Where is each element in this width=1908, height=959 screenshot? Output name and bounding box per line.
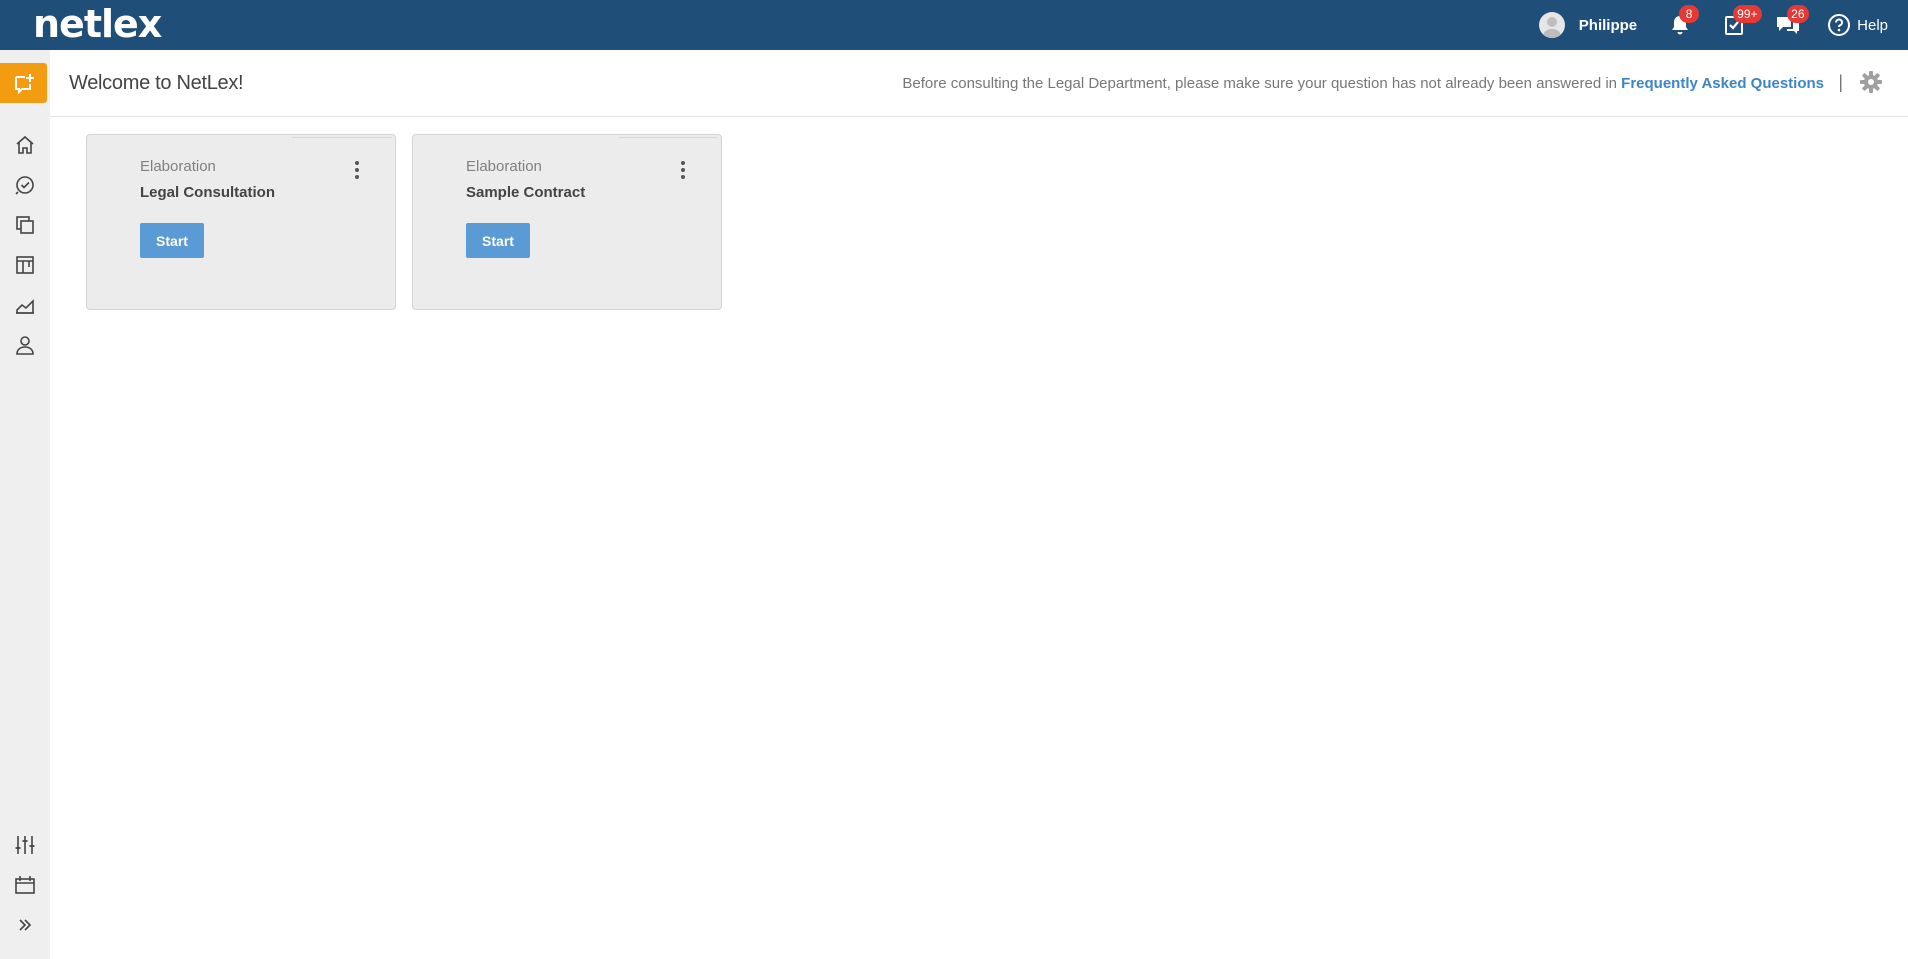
question-circle-icon <box>1828 14 1851 36</box>
sidebar-item-users[interactable] <box>0 325 50 365</box>
card-menu-button[interactable] <box>677 161 689 179</box>
add-request-icon <box>14 74 34 94</box>
faq-link[interactable]: Frequently Asked Questions <box>1621 75 1824 92</box>
page-title: Welcome to NetLex! <box>69 72 244 94</box>
sidebar-expand-button[interactable] <box>0 905 50 945</box>
home-icon <box>16 135 34 154</box>
sidebar-item-reports[interactable] <box>0 285 50 325</box>
user-icon <box>16 336 34 355</box>
page-header: Welcome to NetLex! Before consulting the… <box>50 50 1908 117</box>
card-phase: Elaboration <box>140 158 216 175</box>
notifications-button[interactable]: 8 <box>1665 5 1700 40</box>
start-button[interactable]: Start <box>140 223 204 258</box>
expand-icon <box>19 919 32 931</box>
sidebar-item-board[interactable] <box>0 245 50 285</box>
netlex-logo[interactable]: netlex <box>33 2 162 46</box>
start-button[interactable]: Start <box>466 223 530 258</box>
sidebar-item-home[interactable] <box>0 125 50 165</box>
kebab-dot <box>681 161 685 165</box>
sidebar <box>0 50 50 959</box>
board-icon <box>16 256 34 274</box>
gear-icon <box>1860 71 1882 93</box>
top-bar-actions: Philippe 8 99+ 26 Help <box>1538 0 1888 50</box>
calendar-icon <box>15 876 35 894</box>
notifications-badge: 8 <box>1679 5 1700 23</box>
faq-notice: Before consulting the Legal Department, … <box>902 75 1824 92</box>
sidebar-item-documents[interactable] <box>0 205 50 245</box>
tasks-badge: 99+ <box>1733 5 1762 23</box>
user-menu[interactable]: Philippe <box>1538 12 1638 38</box>
card-title: Legal Consultation <box>140 184 275 201</box>
sidebar-item-tasks[interactable] <box>0 165 50 205</box>
kebab-dot <box>355 175 359 179</box>
help-label: Help <box>1857 16 1888 34</box>
tasks-button[interactable]: 99+ <box>1719 5 1762 40</box>
sidebar-item-calendar[interactable] <box>0 865 50 905</box>
process-card: Elaboration Legal Consultation Start <box>86 134 396 310</box>
card-menu-button[interactable] <box>351 161 363 179</box>
kebab-dot <box>681 168 685 172</box>
kebab-dot <box>355 168 359 172</box>
new-request-button[interactable] <box>0 63 47 103</box>
documents-copy-icon <box>16 216 34 234</box>
messages-badge: 26 <box>1787 5 1809 23</box>
messages-button[interactable]: 26 <box>1773 5 1809 40</box>
sidebar-item-settings[interactable] <box>0 825 50 865</box>
kebab-dot <box>355 161 359 165</box>
tasks-check-icon <box>15 176 34 195</box>
top-bar: netlex Philippe 8 99+ 26 Help <box>0 0 1908 50</box>
process-card: Elaboration Sample Contract Start <box>412 134 722 310</box>
card-phase: Elaboration <box>466 158 542 175</box>
header-separator: | <box>1838 72 1843 92</box>
faq-notice-text: Before consulting the Legal Department, … <box>902 75 1617 92</box>
sliders-icon <box>15 836 35 854</box>
avatar <box>1538 12 1565 38</box>
user-name: Philippe <box>1578 16 1638 34</box>
settings-button[interactable] <box>1859 70 1883 99</box>
card-title: Sample Contract <box>466 184 586 201</box>
kebab-dot <box>681 175 685 179</box>
help-link[interactable]: Help <box>1827 13 1888 37</box>
chart-icon <box>16 299 34 314</box>
